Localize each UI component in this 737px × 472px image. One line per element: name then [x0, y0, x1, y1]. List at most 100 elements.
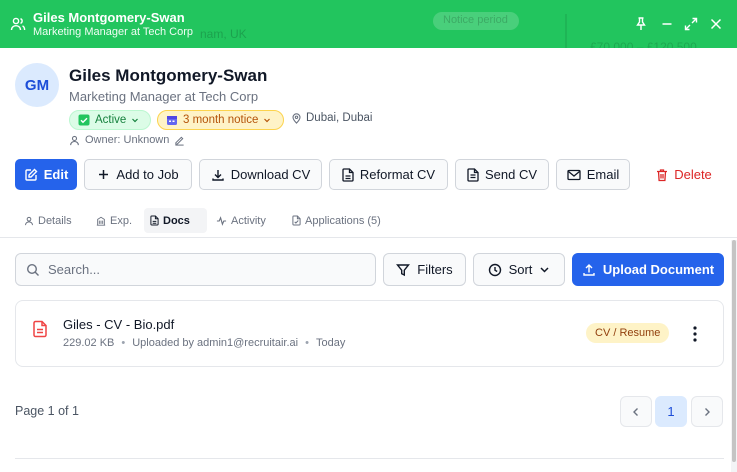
tab-applications-label: Applications (5) — [305, 214, 381, 227]
upload-label: Upload Document — [602, 262, 715, 277]
chevron-down-icon — [131, 116, 139, 124]
building-icon — [96, 216, 106, 226]
file-text-icon — [342, 167, 354, 182]
background-bleed: £70,000 – £120,500 — [590, 40, 697, 48]
tab-activity-label: Activity — [231, 214, 266, 227]
email-label: Email — [586, 167, 620, 182]
reformat-cv-label: Reformat CV — [359, 167, 436, 182]
pagination-info: Page 1 of 1 — [15, 404, 79, 418]
status-label: Active — [95, 114, 127, 126]
search-input[interactable] — [48, 262, 348, 277]
sort-label: Sort — [508, 262, 533, 277]
tab-experience-label: Exp. — [110, 214, 133, 227]
reformat-cv-button[interactable]: Reformat CV — [329, 159, 448, 190]
calendar-icon — [166, 114, 178, 126]
users-icon — [10, 16, 26, 32]
notice-label: 3 month notice — [183, 114, 259, 126]
tab-details-label: Details — [38, 214, 72, 227]
delete-button[interactable]: Delete — [648, 159, 720, 190]
close-icon[interactable] — [708, 16, 724, 32]
document-size: 229.02 KB — [63, 337, 115, 349]
maximize-icon[interactable] — [683, 16, 699, 32]
status-dropdown[interactable]: Active — [69, 110, 151, 130]
scrollbar-thumb[interactable] — [732, 240, 736, 462]
delete-label: Delete — [674, 167, 712, 182]
window-subtitle: Marketing Manager at Tech Corp — [33, 26, 193, 38]
plus-icon — [97, 168, 110, 181]
document-type-badge: CV / Resume — [586, 323, 670, 343]
tab-experience[interactable]: Exp. — [90, 208, 138, 233]
chevron-left-icon — [631, 407, 641, 417]
scrollbar[interactable] — [731, 240, 737, 472]
pin-icon[interactable] — [633, 16, 649, 32]
file-check-icon — [292, 215, 301, 226]
add-to-job-button[interactable]: Add to Job — [84, 159, 192, 190]
page-number-button[interactable]: 1 — [655, 396, 687, 427]
search-icon — [26, 263, 40, 277]
tab-activity[interactable]: Activity — [210, 208, 272, 233]
separator-dot: • — [121, 337, 126, 349]
tab-bar: Details Exp. Docs Activity Applications … — [0, 203, 737, 238]
owner-row: Owner: Unknown — [69, 134, 185, 146]
add-to-job-label: Add to Job — [116, 167, 179, 182]
chevron-down-icon — [263, 116, 271, 124]
minimize-icon[interactable] — [659, 16, 675, 32]
background-bleed — [565, 14, 567, 48]
edit-button[interactable]: Edit — [15, 159, 77, 190]
tab-docs[interactable]: Docs — [144, 208, 207, 233]
download-icon — [211, 168, 225, 182]
location-label: Dubai, Dubai — [306, 112, 373, 124]
send-cv-button[interactable]: Send CV — [455, 159, 549, 190]
document-meta: 229.02 KB • Uploaded by admin1@recruitai… — [63, 337, 345, 349]
activity-icon — [216, 215, 227, 226]
edit-label: Edit — [43, 167, 69, 182]
next-page-button[interactable] — [691, 396, 723, 427]
user-icon — [69, 135, 80, 146]
upload-icon — [582, 263, 596, 277]
email-button[interactable]: Email — [556, 159, 630, 190]
pencil-square-icon — [24, 168, 38, 182]
window-title: Giles Montgomery-Swan — [33, 10, 185, 25]
file-send-icon — [467, 167, 479, 182]
divider — [15, 458, 724, 459]
filter-icon — [396, 263, 411, 277]
check-square-icon — [78, 114, 90, 126]
document-card[interactable]: Giles - CV - Bio.pdf 229.02 KB • Uploade… — [15, 300, 724, 367]
prev-page-button[interactable] — [620, 396, 652, 427]
owner-label: Owner: Unknown — [85, 134, 170, 146]
chevron-down-icon — [539, 264, 550, 275]
tab-docs-label: Docs — [163, 214, 190, 227]
window-titlebar: nam, UK Notice period £70,000 – £120,500… — [0, 0, 737, 48]
candidate-title: Marketing Manager at Tech Corp — [69, 89, 259, 104]
upload-document-button[interactable]: Upload Document — [572, 253, 724, 286]
background-bleed: nam, UK — [200, 27, 247, 41]
candidate-name: Giles Montgomery-Swan — [69, 66, 268, 85]
avatar: GM — [15, 63, 59, 107]
chevron-right-icon — [702, 407, 712, 417]
mail-icon — [567, 169, 581, 181]
document-name[interactable]: Giles - CV - Bio.pdf — [63, 317, 174, 332]
map-pin-icon — [291, 112, 302, 124]
notice-period-dropdown[interactable]: 3 month notice — [157, 110, 284, 130]
user-icon — [24, 216, 34, 226]
sort-button[interactable]: Sort — [473, 253, 565, 286]
clock-icon — [488, 263, 502, 277]
download-cv-button[interactable]: Download CV — [199, 159, 322, 190]
more-vertical-icon[interactable] — [685, 323, 705, 345]
search-box — [15, 253, 376, 286]
location: Dubai, Dubai — [291, 112, 372, 124]
filters-label: Filters — [417, 262, 453, 277]
filters-button[interactable]: Filters — [383, 253, 466, 286]
tab-applications[interactable]: Applications (5) — [286, 208, 387, 233]
document-date: Today — [315, 337, 346, 349]
file-icon — [150, 215, 159, 226]
download-cv-label: Download CV — [230, 167, 311, 182]
pdf-file-icon — [32, 320, 48, 338]
send-cv-label: Send CV — [484, 167, 538, 182]
separator-dot: • — [305, 337, 309, 349]
background-bleed: Notice period — [433, 12, 519, 30]
tab-details[interactable]: Details — [18, 208, 78, 233]
edit-owner-icon[interactable] — [174, 135, 185, 146]
trash-icon — [656, 168, 668, 182]
document-uploader: Uploaded by admin1@recruitair.ai — [132, 337, 299, 349]
